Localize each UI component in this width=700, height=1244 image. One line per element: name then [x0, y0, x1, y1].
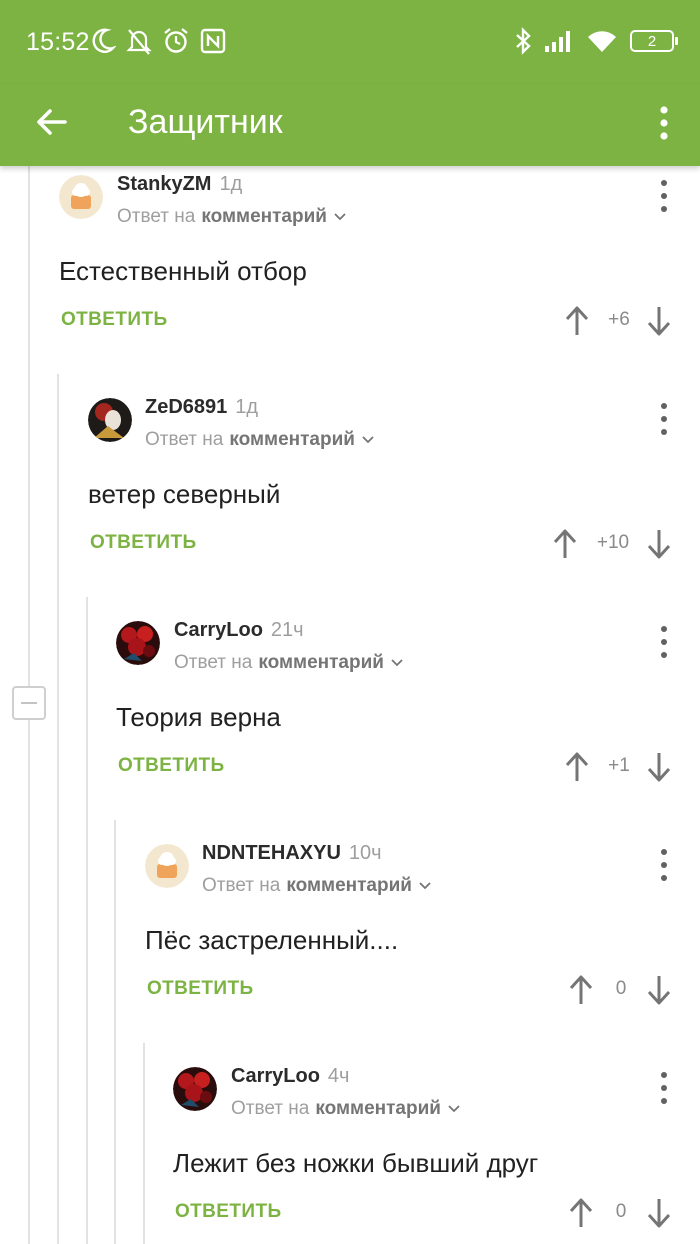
arrow-down-icon: [647, 753, 671, 782]
downvote-button[interactable]: [644, 304, 674, 338]
comment-text: ветер северный: [88, 479, 281, 509]
bell-off-icon: [126, 29, 152, 55]
upvote-button[interactable]: [566, 1196, 596, 1230]
comment-time: 10ч: [348, 842, 382, 864]
more-options-button[interactable]: [652, 98, 676, 148]
downvote-button[interactable]: [644, 527, 674, 561]
arrow-back-icon: [37, 109, 67, 135]
arrow-down-icon: [647, 1199, 671, 1228]
status-time: 15:52: [26, 28, 90, 56]
default-avatar-icon: [145, 844, 189, 888]
avatar[interactable]: [88, 398, 132, 442]
upvote-button[interactable]: [562, 304, 592, 338]
app-bar: Защитник: [0, 84, 700, 166]
status-icons-right: 2: [514, 26, 678, 56]
avatar[interactable]: [116, 621, 160, 665]
comment-author[interactable]: StankyZM 1д: [117, 173, 242, 196]
battery-icon: 2: [630, 30, 678, 52]
back-button[interactable]: [30, 100, 74, 144]
comment-rating: 0: [615, 1201, 627, 1222]
comment: ZeD6891 1д Ответ на комментарий ветер севе…: [0, 389, 700, 612]
reply-to-link[interactable]: Ответ на комментарий: [231, 1098, 461, 1120]
arrow-up-icon: [569, 975, 593, 1004]
chevron-down-icon: [391, 659, 403, 667]
reply-to-link[interactable]: Ответ на комментарий: [202, 875, 432, 897]
arrow-down-icon: [647, 307, 671, 336]
signal-icon: [545, 31, 570, 52]
downvote-button[interactable]: [644, 1196, 674, 1230]
nfc-icon: [200, 28, 226, 54]
reply-button[interactable]: ОТВЕТИТЬ: [90, 532, 197, 554]
arrow-up-icon: [553, 529, 577, 558]
avatar[interactable]: [145, 844, 189, 888]
chevron-down-icon: [448, 1105, 460, 1113]
page-title: Защитник: [128, 103, 283, 141]
avatar[interactable]: [173, 1067, 217, 1111]
reply-button[interactable]: ОТВЕТИТЬ: [147, 978, 254, 1000]
comment-rating: +10: [596, 532, 630, 553]
upvote-button[interactable]: [566, 973, 596, 1007]
downvote-button[interactable]: [644, 973, 674, 1007]
reply-button[interactable]: ОТВЕТИТЬ: [118, 755, 225, 777]
user-photo-avatar-icon: [88, 398, 132, 442]
comment-rating: 0: [615, 978, 627, 999]
default-avatar-icon: [59, 175, 103, 219]
chevron-down-icon: [362, 436, 374, 444]
upvote-button[interactable]: [562, 750, 592, 784]
comment: CarryLoo 21ч Ответ на комментарий Теория в…: [0, 612, 700, 835]
arrow-up-icon: [565, 752, 589, 781]
status-bar: 15:52 2: [0, 0, 700, 84]
comment-menu-button[interactable]: [654, 403, 674, 435]
wifi-icon: [588, 31, 616, 52]
chevron-down-icon: [419, 882, 431, 890]
reply-to-link[interactable]: Ответ на комментарий: [117, 206, 347, 228]
reply-to-link[interactable]: Ответ на комментарий: [174, 652, 404, 674]
more-vert-icon: [660, 106, 668, 140]
chevron-down-icon: [334, 213, 346, 221]
status-icons-left: [92, 26, 226, 56]
alarm-icon: [164, 28, 188, 53]
downvote-button[interactable]: [644, 750, 674, 784]
comment-text: Естественный отбор: [59, 256, 307, 286]
bluetooth-icon: [516, 27, 531, 55]
roses-avatar-icon: [116, 621, 160, 665]
comment-menu-button[interactable]: [654, 180, 674, 212]
comment-rating: +1: [608, 755, 630, 776]
moon-icon: [92, 28, 116, 53]
arrow-up-icon: [565, 306, 589, 335]
comment-time: 1д: [219, 173, 243, 195]
arrow-down-icon: [647, 976, 671, 1005]
avatar[interactable]: [59, 175, 103, 219]
comment-menu-button[interactable]: [654, 626, 674, 658]
comment: CarryLoo 4ч Ответ на комментарий Лежит без…: [0, 1058, 700, 1244]
reply-button[interactable]: ОТВЕТИТЬ: [175, 1201, 282, 1223]
comments-thread: StankyZM 1д Ответ на комментарий Естествен…: [0, 166, 700, 1244]
comment-author[interactable]: NDNTEHAXYU 10ч: [202, 842, 382, 865]
battery-level: 2: [647, 32, 657, 50]
upvote-button[interactable]: [550, 527, 580, 561]
comment-time: 21ч: [270, 619, 304, 641]
comment-author[interactable]: CarryLoo 21ч: [174, 619, 304, 642]
arrow-down-icon: [647, 530, 671, 559]
comment: StankyZM 1д Ответ на комментарий Естествен…: [0, 166, 700, 389]
comment: NDNTEHAXYU 10ч Ответ на комментарий Пёс за…: [0, 835, 700, 1058]
comment-time: 1д: [235, 396, 259, 418]
comment-author[interactable]: CarryLoo 4ч: [231, 1065, 349, 1088]
reply-button[interactable]: ОТВЕТИТЬ: [61, 309, 168, 331]
comment-time: 4ч: [327, 1065, 350, 1087]
comment-rating: +6: [608, 309, 630, 330]
comment-text: Лежит без ножки бывший друг: [173, 1148, 539, 1178]
comment-text: Теория верна: [116, 702, 281, 732]
arrow-up-icon: [569, 1198, 593, 1227]
comment-menu-button[interactable]: [654, 849, 674, 881]
reply-to-link[interactable]: Ответ на комментарий: [145, 429, 375, 451]
roses-avatar-icon: [173, 1067, 217, 1111]
comment-author[interactable]: ZeD6891 1д: [145, 396, 258, 419]
comment-menu-button[interactable]: [654, 1072, 674, 1104]
comment-text: Пёс застреленный....: [145, 925, 399, 955]
